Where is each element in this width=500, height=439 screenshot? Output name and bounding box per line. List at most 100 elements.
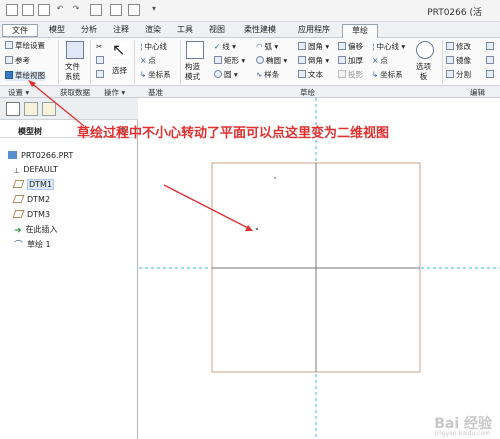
tab-analysis[interactable]: 分析 (74, 24, 104, 37)
navigator-tabs (0, 98, 138, 120)
mirror-button[interactable]: 镜像 (446, 56, 471, 66)
graphics-viewport[interactable]: Bai 经验 jingyan.baidu.com (139, 98, 500, 439)
tab-annotate[interactable]: 注释 (106, 24, 136, 37)
spline-icon: ∿ (256, 70, 263, 79)
construction-mode-label[interactable]: 构造 模式 (185, 62, 200, 82)
paste-icon[interactable] (96, 70, 106, 80)
favorites-tab-icon[interactable] (42, 102, 56, 116)
group-editing-label: 编辑 (470, 88, 485, 97)
annotation-text: 草绘过程中不小心转动了平面可以点这里变为二维视图 (77, 126, 390, 141)
delete-segment-icon[interactable] (486, 42, 496, 52)
tab-tools[interactable]: 工具 (170, 24, 200, 37)
cursor-point (255, 227, 259, 231)
copy-icon[interactable] (96, 56, 106, 66)
palette-icon[interactable] (416, 41, 434, 59)
ribbon: 草绘设置 参考 草绘视图 文件 系统 ✂ ↖ 选择 ¦ 中心线 × 点 ↳ 坐标系 构… (0, 38, 500, 86)
tab-sketch[interactable]: 草绘 (342, 24, 378, 39)
select-arrow-icon[interactable]: ↖ (112, 41, 130, 59)
sketch-feature-icon: ⌒ (14, 241, 24, 251)
group-datum-label: 基准 (148, 88, 163, 97)
tab-applications[interactable]: 应用程序 (288, 24, 340, 37)
coordinate-system-button[interactable]: ↳ 坐标系 (140, 70, 171, 80)
file-system-icon[interactable] (66, 41, 84, 59)
close-window-icon[interactable] (128, 4, 140, 16)
undo-icon[interactable]: ↶ (54, 4, 66, 16)
centerline-datum-button[interactable]: ¦ 中心线 ▾ (372, 42, 405, 52)
divide-icon (446, 70, 454, 78)
divide-button[interactable]: 分割 (446, 70, 471, 80)
canvas-point (274, 177, 276, 179)
tab-render[interactable]: 渲染 (138, 24, 168, 37)
offset-button[interactable]: 偏移 (338, 42, 363, 52)
tree-item-insert-here[interactable]: ➜ 在此插入 (14, 224, 58, 236)
offset-icon (338, 42, 346, 50)
tree-item-dtm1[interactable]: DTM1 (12, 179, 55, 191)
title-bar: ↶ ↷ ▾ PRT0266 (活 (0, 0, 500, 22)
windows-icon[interactable] (110, 4, 122, 16)
tree-item-dtm3[interactable]: DTM3 (12, 209, 50, 221)
thicken-button[interactable]: 加厚 (338, 56, 363, 66)
coordsys-datum-button[interactable]: ↳ 坐标系 (372, 70, 403, 80)
point-datum-icon: × (372, 56, 379, 65)
fillet-button[interactable]: 圆角 ▾ (298, 42, 329, 52)
tree-item-default-csys[interactable]: ⟂ DEFAULT (14, 164, 58, 176)
tree-item-sketch1[interactable]: ⌒ 草绘 1 (14, 239, 51, 251)
tree-item-dtm2[interactable]: DTM2 (12, 194, 50, 206)
tab-file[interactable]: 文件 (2, 24, 38, 37)
point-button[interactable]: × 点 (140, 56, 156, 66)
new-icon[interactable] (6, 4, 18, 16)
corner-icon[interactable] (486, 70, 496, 80)
project-button[interactable]: 投影 (338, 70, 363, 80)
point-datum-button[interactable]: × 点 (372, 56, 388, 66)
regenerate-icon[interactable] (90, 4, 102, 16)
model-tree-tab-icon[interactable] (6, 102, 20, 116)
sketch-view-icon (5, 71, 13, 79)
open-icon[interactable] (22, 4, 34, 16)
datum-plane-icon (12, 195, 25, 203)
circle-icon (214, 70, 222, 78)
ribbon-tabs: 文件 模型 分析 注释 渲染 工具 视图 柔性建模 应用程序 草绘 (0, 22, 500, 39)
construction-mode-icon[interactable] (186, 41, 204, 59)
reference-button[interactable]: 参考 (5, 56, 30, 66)
modify-icon (446, 42, 454, 50)
sketch-setup-icon (5, 41, 13, 49)
rectangle-button[interactable]: 矩形 ▾ (214, 56, 245, 66)
arc-button[interactable]: ◠ 弧 ▾ (256, 42, 278, 52)
line-icon: ✓ (214, 42, 221, 51)
centerline-icon: ¦ (140, 42, 143, 51)
fillet-icon (298, 42, 306, 50)
spline-button[interactable]: ∿ 样条 (256, 70, 279, 80)
centerline-datum-icon: ¦ (372, 42, 375, 51)
tab-model[interactable]: 模型 (42, 24, 72, 37)
customize-icon[interactable]: ▾ (148, 4, 160, 16)
project-icon (338, 70, 346, 78)
tree-item-part[interactable]: PRT0266.PRT (8, 150, 73, 162)
sketch-setup-button[interactable]: 草绘设置 (5, 41, 45, 51)
rotate-resize-icon[interactable] (486, 56, 496, 66)
tab-view[interactable]: 视图 (202, 24, 232, 37)
chamfer-button[interactable]: 倒角 ▾ (298, 56, 329, 66)
sketch-view-button[interactable]: 草绘视图 (5, 71, 45, 81)
centerline-button[interactable]: ¦ 中心线 (140, 42, 167, 52)
ellipse-icon (256, 56, 264, 64)
coordinate-system-icon: ↳ (140, 70, 147, 79)
modify-button[interactable]: 修改 (446, 42, 471, 52)
folder-browser-tab-icon[interactable] (24, 102, 38, 116)
group-operations-label[interactable]: 操作 ▾ (104, 87, 125, 98)
file-system-label[interactable]: 文件 系统 (65, 62, 80, 82)
cut-icon[interactable]: ✂ (96, 42, 102, 52)
group-setup-label[interactable]: 设置 ▾ (8, 87, 29, 98)
reference-icon (5, 56, 13, 64)
rectangle-icon (214, 56, 222, 64)
select-button[interactable]: 选择 (112, 66, 127, 76)
redo-icon[interactable]: ↷ (70, 4, 82, 16)
datum-plane-icon (12, 180, 25, 188)
ellipse-button[interactable]: 椭圆 ▾ (256, 56, 287, 66)
line-button[interactable]: ✓ 线 ▾ (214, 42, 236, 52)
tab-flexible-modeling[interactable]: 柔性建模 (234, 24, 286, 37)
save-icon[interactable] (38, 4, 50, 16)
text-button[interactable]: 文本 (298, 70, 323, 80)
palette-label[interactable]: 选项 板 (416, 62, 431, 82)
circle-button[interactable]: 圆 ▾ (214, 70, 238, 80)
mirror-icon (446, 56, 454, 64)
